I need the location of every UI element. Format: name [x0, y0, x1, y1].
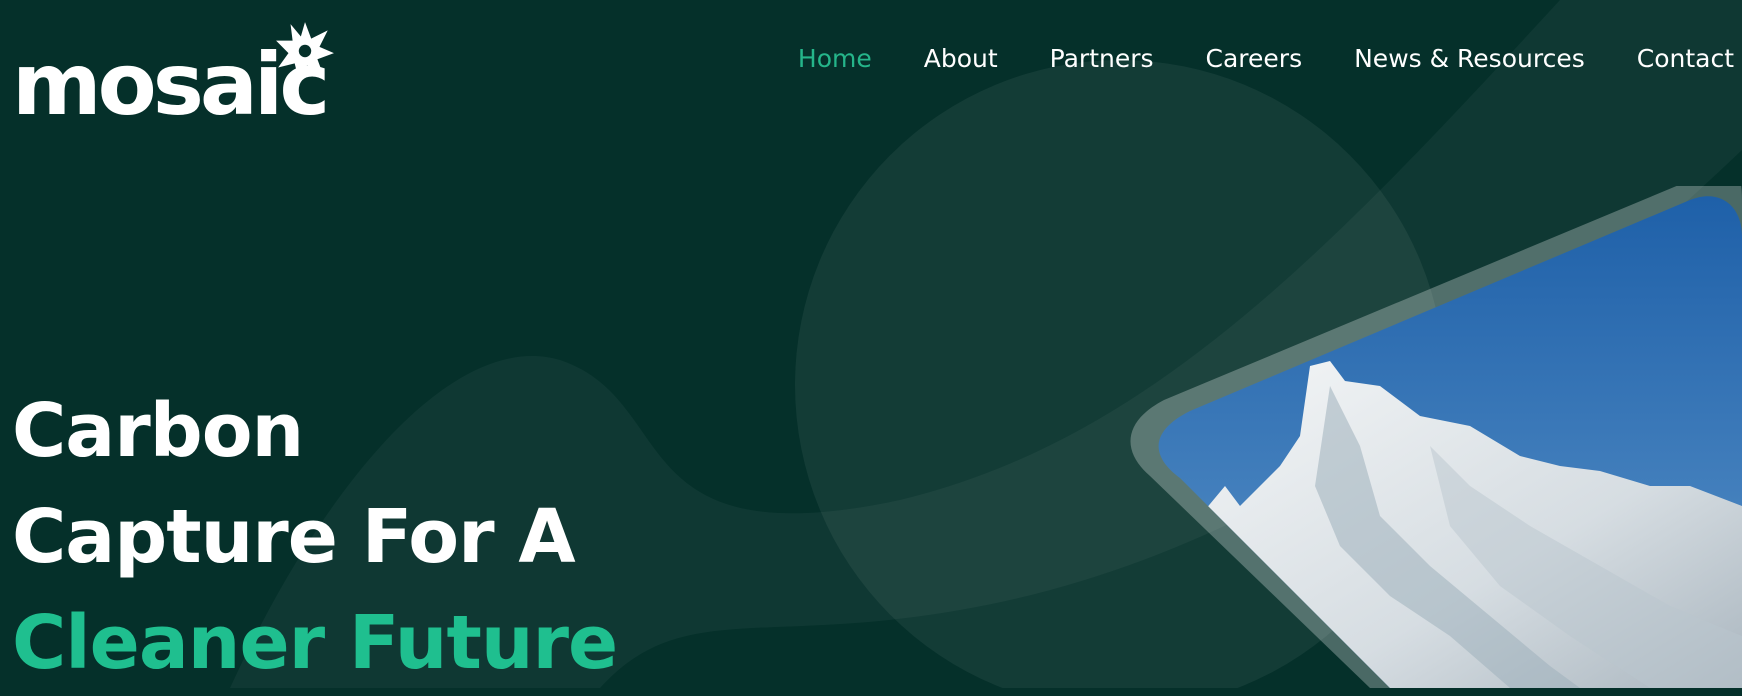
nav-news-resources-link[interactable]: News & Resources [1354, 44, 1585, 73]
main-navigation: Home About Partners Careers News & Resou… [746, 44, 1734, 73]
nav-partners-link[interactable]: Partners [1050, 44, 1154, 73]
hero-line-3-accent: Cleaner Future [12, 600, 618, 686]
nav-about-link[interactable]: About [924, 44, 998, 73]
sparkle-star-icon [276, 22, 334, 80]
nav-contact-link[interactable]: Contact [1637, 44, 1734, 73]
nav-home-link[interactable]: Home [798, 44, 872, 73]
nav-careers-link[interactable]: Careers [1206, 44, 1303, 73]
hero-heading: Carbon Capture For A Cleaner Future [12, 378, 618, 696]
mosaic-logo[interactable]: mosaic [12, 20, 334, 128]
iceberg-photo [1130, 186, 1742, 688]
hero-line-1: Carbon [12, 388, 304, 474]
hero-line-2: Capture For A [12, 494, 576, 580]
